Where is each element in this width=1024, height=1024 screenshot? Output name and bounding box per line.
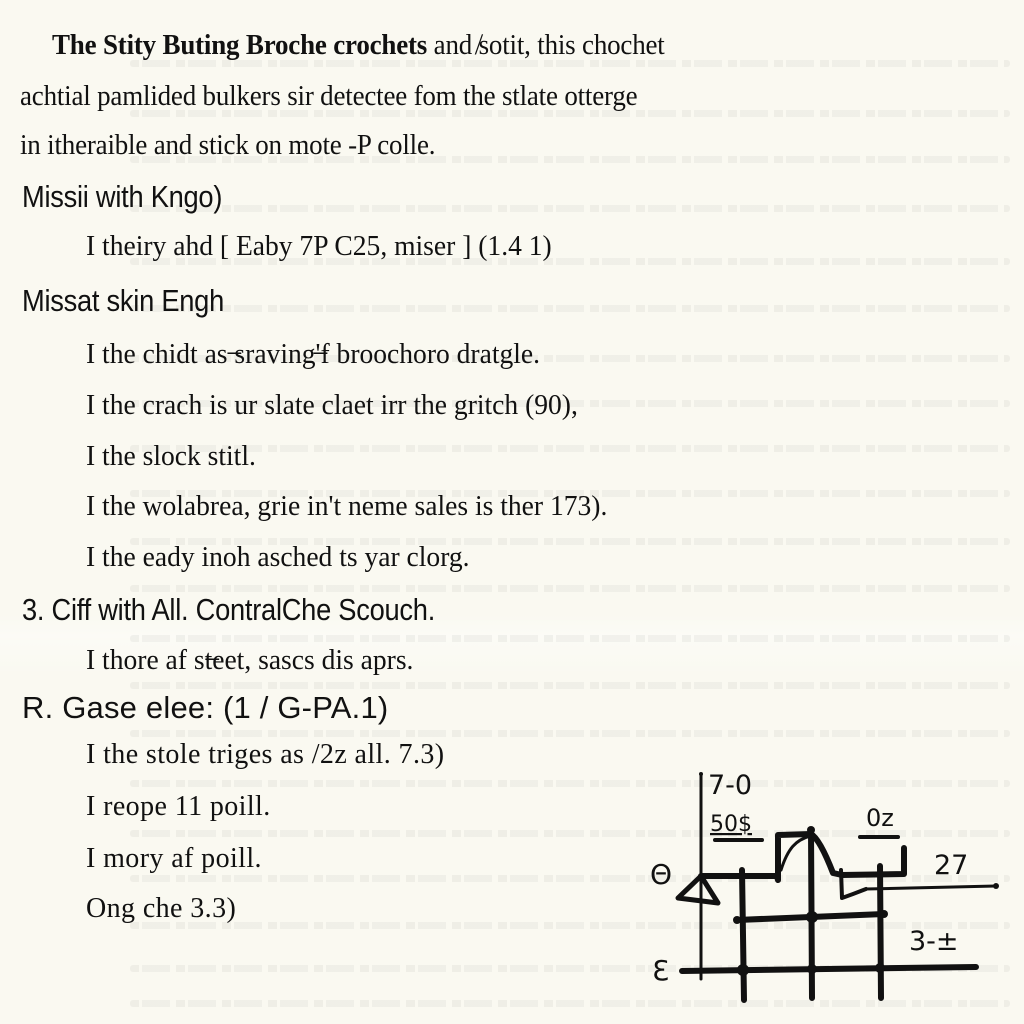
intro-line-1-rest: and ̸sotit, this chochet <box>427 29 665 61</box>
diagram-label-axis-bottom: Ɛ <box>652 954 669 987</box>
section-heading: Missii with Kngo) <box>22 179 223 214</box>
hand-drawn-diagram: 7-0 50$ 0z 27 3-± Θ Ɛ <box>640 760 1024 1024</box>
node <box>993 883 999 889</box>
intro-line-1: The Stity Buting Broche crochets and ̸so… <box>52 31 665 60</box>
diagram-label-right-lower: 3-± <box>909 926 959 957</box>
node <box>806 911 818 923</box>
diagram-svg: 7-0 50$ 0z 27 3-± Θ Ɛ <box>650 770 999 1003</box>
list-item: I the slock stitl. <box>86 440 256 472</box>
list-item: I theiry ahd [ Eaby 7P C25, miser ] (1.4… <box>86 230 552 262</box>
grid-vertical-1 <box>739 867 747 1003</box>
node <box>807 826 815 834</box>
triangle-marker <box>675 873 721 906</box>
section-heading: R. Gase elee: (1 / G-PA.1) <box>22 690 389 725</box>
scanned-page: The Stity Buting Broche crochets and ̸so… <box>0 0 1024 1024</box>
section-heading: Missat skin Engh <box>22 283 224 318</box>
right-axis-line <box>864 884 998 891</box>
list-item: I the wolabrea, grie in't neme sales is … <box>86 490 608 522</box>
diagram-label-axis-top: Θ <box>650 858 672 891</box>
baseline-line <box>679 964 979 974</box>
list-item: I mory af poill. <box>86 843 262 874</box>
diagram-label-left-upper: 50$ <box>710 812 752 837</box>
section-heading: 3. Ciff with All. ContralChe Scouch. <box>22 592 436 627</box>
node <box>880 910 888 918</box>
list-item: I the stole triges as /2z all. 7.3) <box>86 739 445 770</box>
intro-bold-title: The Stity Buting Broche crochets <box>52 29 428 61</box>
grid-vertical-3 <box>877 863 884 1001</box>
node <box>807 964 817 974</box>
list-item: I the crach is ur slate claet irr the gr… <box>86 389 578 421</box>
intro-line-2: achtial pamlided bulkers sir detectee fo… <box>20 80 638 112</box>
list-item: I the chidt as ̶sraving'̶f broochoro dra… <box>86 338 541 370</box>
diagram-label-right-mid: 27 <box>934 850 968 881</box>
node <box>699 772 703 776</box>
intro-line-3: in itheraible and stick on mote -P colle… <box>20 129 436 161</box>
list-item: I reope 11 poill. <box>86 791 271 822</box>
signal-curve <box>779 834 812 872</box>
diagram-label-top: 7-0 <box>708 770 752 801</box>
list-item: I thore af st̶eet, sascs dis aprs. <box>86 644 414 676</box>
node <box>733 916 741 924</box>
list-item: I the eady inoh asched ts yar clorg. <box>86 541 470 573</box>
list-item: Ong che 3.3) <box>86 893 237 924</box>
diagram-label-right-upper: 0z <box>866 804 894 832</box>
node <box>875 963 885 973</box>
node <box>737 964 749 976</box>
